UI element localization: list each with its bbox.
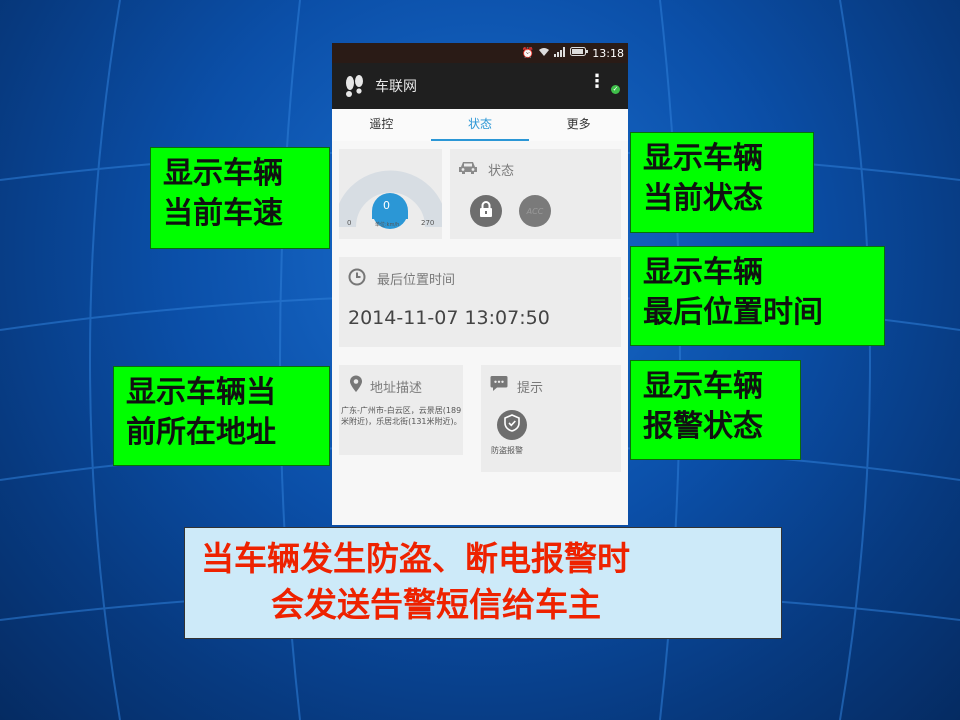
speed-unit: 单位:km/h (375, 222, 400, 228)
speed-card: 0 0 单位:km/h 270 (339, 149, 442, 239)
callout-status-line2: 当前状态 (643, 181, 763, 216)
callout-time: 显示车辆 最后位置时间 (630, 246, 885, 346)
acc-icon: ACC (526, 206, 544, 216)
battery-icon (570, 47, 589, 59)
acc-button[interactable]: ACC (519, 195, 551, 227)
more-vert-icon[interactable]: ⋮ (588, 73, 606, 91)
status-time: 13:18 (592, 46, 624, 60)
anti-theft-alarm-button[interactable] (497, 410, 527, 440)
last-position-time-card: 最后位置时间 2014-11-07 13:07:50 (339, 257, 621, 347)
tab-status[interactable]: 状态 (430, 109, 530, 141)
lock-button[interactable] (470, 195, 502, 227)
callout-speed-line2: 当前车速 (163, 196, 283, 231)
location-pin-icon (349, 375, 363, 397)
chat-bubble-icon (490, 375, 508, 396)
status-label: 状态 (488, 164, 515, 179)
address-text: 广东-广州市-白云区，云景居(189米附近)，乐居北街(131米附近)。 (341, 406, 462, 426)
shield-icon (504, 414, 520, 436)
wifi-icon (538, 47, 550, 60)
notice-line1: 当车辆发生防盗、断电报警时 (201, 539, 630, 578)
status-content: 0 0 单位:km/h 270 状态 ACC 最后位置时间 2014-11-07… (332, 141, 628, 525)
signal-icon (554, 46, 566, 60)
callout-address-line2: 前所在地址 (126, 415, 276, 450)
last-position-time-value: 2014-11-07 13:07:50 (348, 307, 550, 329)
callout-status-line1: 显示车辆 (643, 141, 763, 176)
last-position-time-label: 最后位置时间 (377, 273, 456, 288)
callout-speed-line1: 显示车辆 (163, 156, 283, 191)
callout-status: 显示车辆 当前状态 (630, 132, 814, 233)
callout-alarm: 显示车辆 报警状态 (630, 360, 801, 460)
car-icon (458, 160, 478, 179)
alarm-icon: ⏰ (521, 47, 535, 59)
alarm-card: 提示 防盗报警 (481, 365, 621, 472)
callout-address: 显示车辆当 前所在地址 (113, 366, 330, 466)
callout-speed: 显示车辆 当前车速 (150, 147, 330, 249)
speed-max: 270 (421, 219, 435, 227)
callout-address-line1: 显示车辆当 (126, 375, 276, 410)
alarm-label: 提示 (517, 381, 544, 396)
lock-icon (479, 201, 493, 221)
footprints-logo-icon (342, 73, 366, 99)
app-title: 车联网 (375, 79, 417, 95)
tab-remote[interactable]: 遥控 (332, 109, 431, 141)
sms-alert-notice: 当车辆发生防盗、断电报警时 会发送告警短信给车主 (184, 527, 782, 639)
check-circle-icon: ✓ (611, 85, 620, 94)
anti-theft-alarm-label: 防盗报警 (491, 446, 523, 455)
callout-alarm-line1: 显示车辆 (643, 369, 763, 404)
callout-alarm-line2: 报警状态 (643, 409, 763, 444)
callout-time-line1: 显示车辆 (643, 255, 763, 290)
status-bar: ⏰ 13:18 (332, 43, 628, 63)
clock-icon (348, 268, 366, 290)
tab-bar: 遥控 状态 更多 (332, 109, 628, 141)
callout-time-line2: 最后位置时间 (643, 295, 823, 330)
app-bar: 车联网 ⋮ ✓ (332, 63, 628, 109)
vehicle-status-card: 状态 ACC (450, 149, 621, 239)
address-card: 地址描述 广东-广州市-白云区，云景居(189米附近)，乐居北街(131米附近)… (339, 365, 463, 455)
speed-min: 0 (347, 219, 352, 227)
address-label: 地址描述 (370, 381, 423, 396)
tab-more[interactable]: 更多 (529, 109, 628, 141)
phone-screen: ⏰ 13:18 车联网 ⋮ ✓ 遥控 状态 更多 0 0 单位:km/h 270… (332, 43, 628, 525)
speed-value: 0 (383, 199, 390, 212)
notice-line2: 会发送告警短信给车主 (271, 585, 601, 624)
